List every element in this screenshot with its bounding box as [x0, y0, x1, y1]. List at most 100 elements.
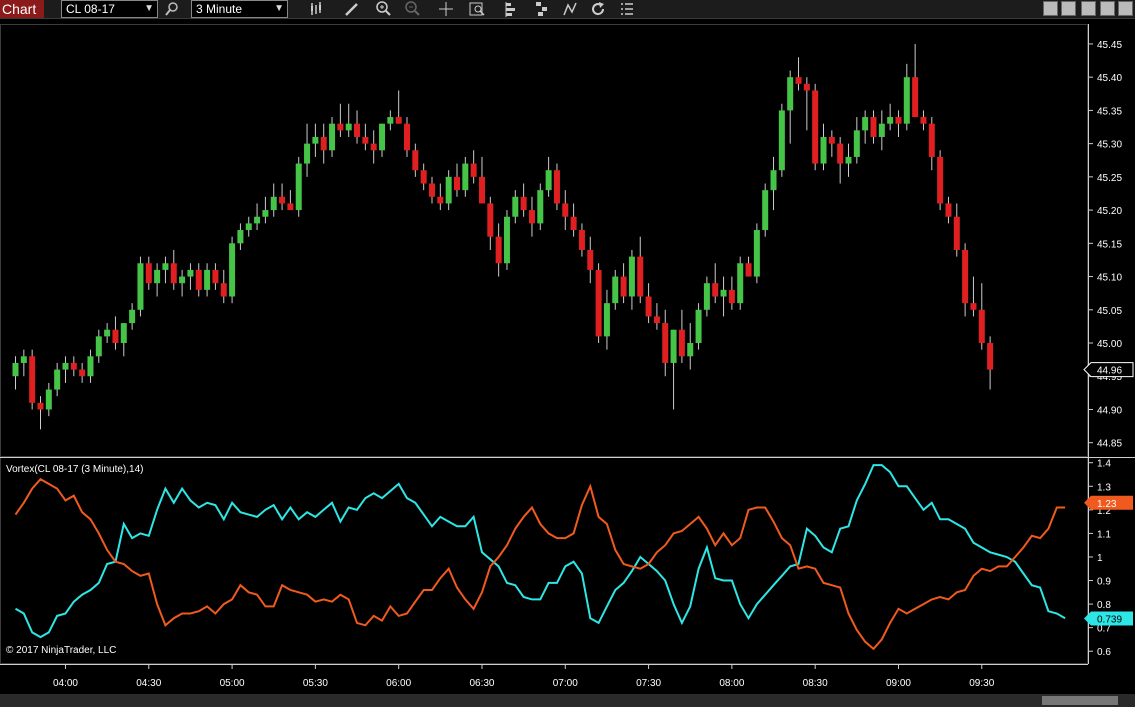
- up-candle: [753, 230, 760, 277]
- instrument-value: CL 08-17: [66, 2, 115, 16]
- time-tick-label: 08:30: [803, 678, 828, 689]
- time-tick-label: 06:30: [469, 678, 494, 689]
- up-candle: [262, 210, 269, 217]
- indicator-tick-label: 0.8: [1097, 600, 1111, 611]
- up-candle: [720, 289, 727, 297]
- scrollbar-thumb[interactable]: [1042, 696, 1118, 705]
- interval-value: 3 Minute: [196, 2, 243, 16]
- up-candle: [737, 263, 744, 304]
- down-candle: [320, 136, 327, 151]
- copyright-text: © 2017 NinjaTrader, LLC: [6, 645, 116, 656]
- vi-plus-value: 0.739: [1097, 614, 1122, 625]
- down-candle: [595, 269, 602, 337]
- strategies-icon[interactable]: [503, 0, 521, 18]
- indicator-tick-label: 1.1: [1097, 529, 1111, 540]
- down-candle: [662, 323, 669, 363]
- properties-icon[interactable]: [618, 0, 636, 18]
- price-tick-label: 45.30: [1097, 140, 1122, 151]
- up-candle: [270, 196, 277, 211]
- up-candle: [687, 343, 694, 357]
- indicator-tick-label: 1.4: [1097, 459, 1111, 470]
- down-candle: [145, 263, 152, 284]
- down-candle: [745, 263, 752, 277]
- up-candle: [345, 123, 352, 131]
- reload-icon[interactable]: [589, 0, 607, 18]
- time-tick-label: 06:00: [386, 678, 411, 689]
- drawing-tools-icon[interactable]: [561, 0, 579, 18]
- up-candle: [329, 123, 336, 151]
- down-candle: [79, 369, 86, 377]
- vi-plus-line: [15, 464, 1066, 639]
- zoom-in-icon[interactable]: [374, 0, 392, 18]
- down-candle: [420, 170, 427, 184]
- down-candle: [453, 176, 460, 191]
- up-candle: [603, 303, 610, 337]
- up-candle: [612, 276, 619, 304]
- up-candle: [104, 329, 111, 337]
- down-candle: [470, 163, 477, 177]
- maximize-button[interactable]: [1081, 1, 1096, 16]
- zoom-out-icon[interactable]: [403, 0, 421, 18]
- down-candle: [412, 150, 419, 171]
- down-candle: [578, 230, 585, 250]
- down-candle: [495, 236, 502, 264]
- chart-tab[interactable]: Chart: [0, 0, 44, 18]
- up-candle: [95, 336, 102, 357]
- up-candle: [237, 230, 244, 244]
- instrument-selector[interactable]: CL 08-17 ▼: [61, 0, 158, 18]
- indicator-tick-label: 0.6: [1097, 647, 1111, 658]
- down-candle: [528, 210, 535, 224]
- time-tick-label: 07:30: [636, 678, 661, 689]
- down-candle: [478, 176, 485, 204]
- interval-selector[interactable]: 3 Minute ▼: [191, 0, 288, 18]
- down-candle: [337, 123, 344, 131]
- down-candle: [962, 249, 969, 304]
- down-candle: [870, 117, 877, 137]
- price-tick-label: 45.20: [1097, 206, 1122, 217]
- down-candle: [645, 296, 652, 317]
- price-tick-label: 45.05: [1097, 306, 1122, 317]
- up-candle: [379, 123, 386, 151]
- search-icon[interactable]: [163, 0, 181, 18]
- down-candle: [395, 117, 402, 124]
- up-candle: [512, 196, 519, 217]
- last-price-label: 44.96: [1097, 366, 1122, 377]
- price-tick-label: 44.90: [1097, 405, 1122, 416]
- up-candle: [129, 309, 136, 324]
- time-tick-label: 09:30: [969, 678, 994, 689]
- up-candle: [778, 110, 785, 171]
- horizontal-scrollbar[interactable]: [0, 694, 1135, 707]
- price-tick-label: 45.10: [1097, 273, 1122, 284]
- down-candle: [987, 343, 994, 370]
- chevron-down-icon: ▼: [144, 3, 154, 14]
- down-candle: [553, 170, 560, 204]
- up-candle: [545, 170, 552, 191]
- candlestick-series: [12, 43, 994, 430]
- down-candle: [728, 289, 735, 304]
- data-box-icon[interactable]: [468, 0, 486, 18]
- up-candle: [887, 117, 894, 124]
- down-candle: [895, 117, 902, 124]
- price-tick-label: 44.85: [1097, 439, 1122, 450]
- down-candle: [562, 203, 569, 217]
- restore-button[interactable]: [1061, 1, 1076, 16]
- down-candle: [920, 117, 927, 124]
- window-menu-button[interactable]: [1118, 1, 1133, 16]
- price-panel: [0, 24, 1088, 457]
- crosshair-icon[interactable]: [437, 0, 455, 18]
- price-tick-label: 45.35: [1097, 106, 1122, 117]
- time-tick-label: 08:00: [719, 678, 744, 689]
- down-candle: [837, 143, 844, 164]
- down-candle: [803, 83, 810, 91]
- pencil-icon[interactable]: [343, 0, 361, 18]
- bar-type-icon[interactable]: [308, 0, 326, 18]
- minimize-button[interactable]: [1043, 1, 1058, 16]
- chart-canvas[interactable]: 45.45 45.40 45.35 45.30 45.25 45.20 45.15 45.10…: [0, 19, 1135, 694]
- time-tick-label: 09:00: [886, 678, 911, 689]
- indicators-icon[interactable]: [533, 0, 551, 18]
- time-tick-label: 05:00: [220, 678, 245, 689]
- down-candle: [170, 263, 177, 284]
- close-button[interactable]: [1100, 1, 1115, 16]
- up-candle: [503, 216, 510, 264]
- up-candle: [695, 309, 702, 344]
